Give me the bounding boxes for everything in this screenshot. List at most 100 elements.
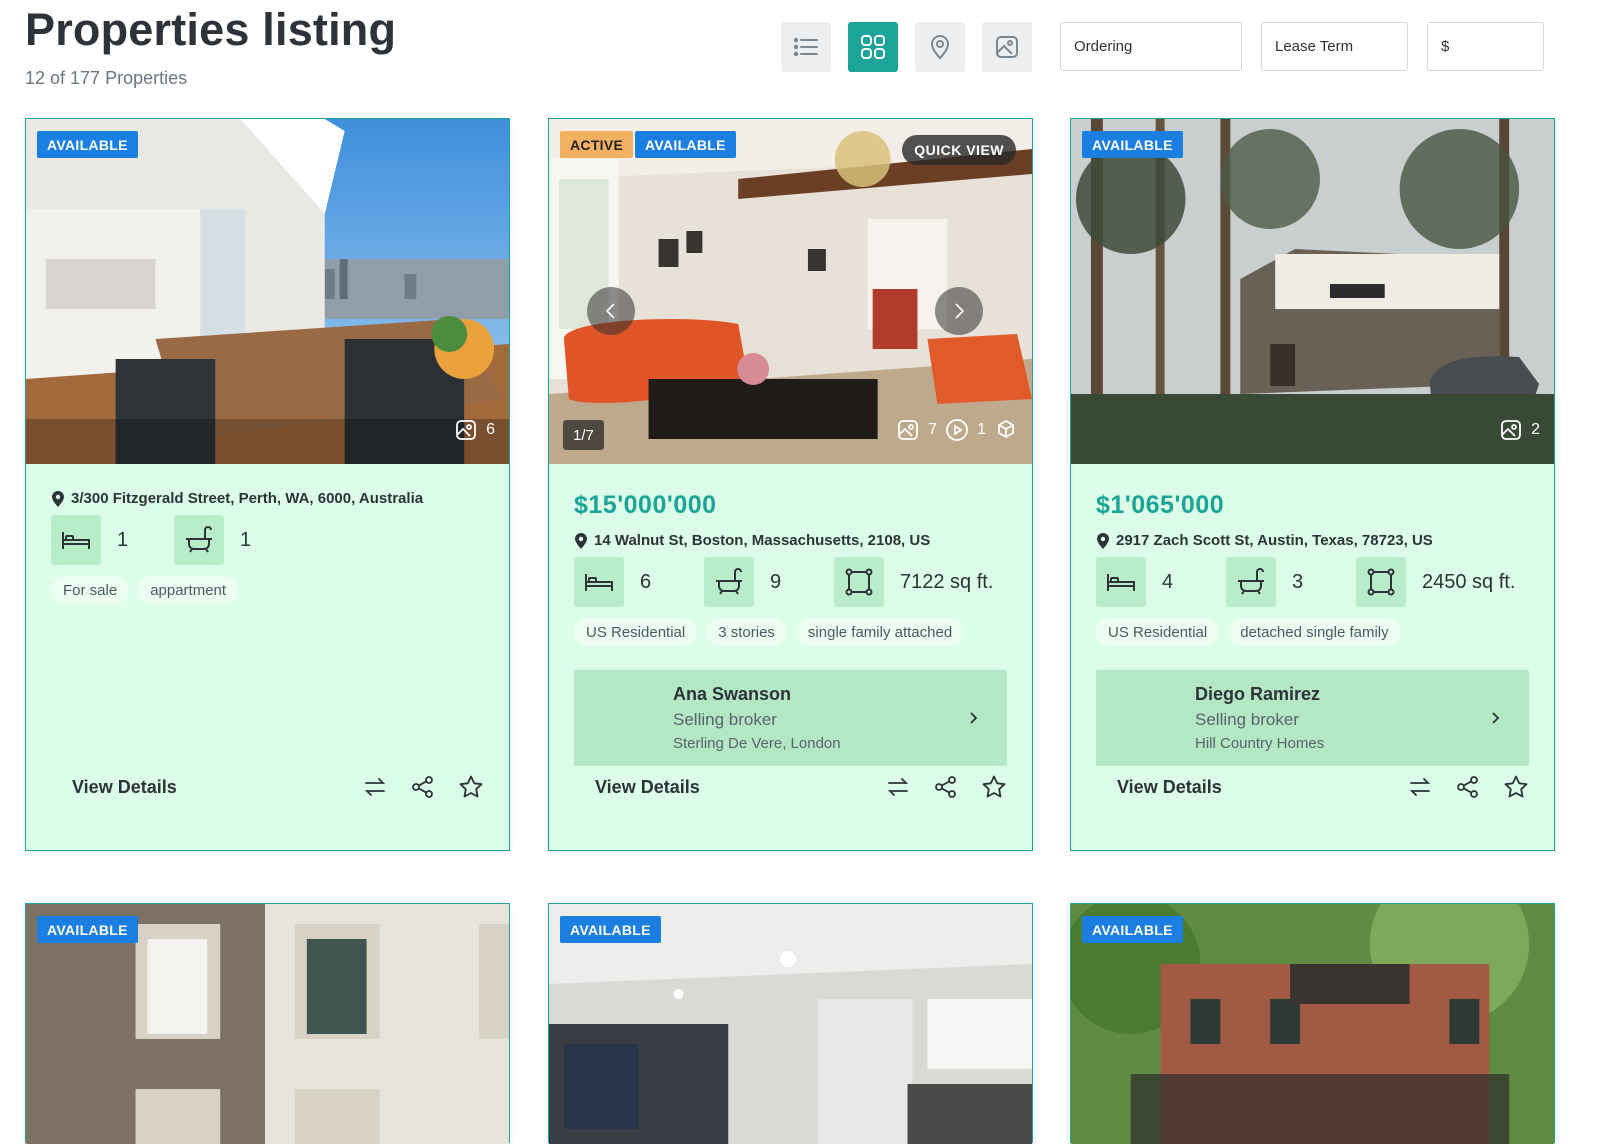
property-tags: For sale appartment: [51, 576, 239, 604]
property-card[interactable]: AVAILABLE 6 3/300 Fitzgerald Street, Per…: [25, 118, 510, 851]
grid-view-button[interactable]: [848, 22, 898, 72]
bed-icon: [1096, 557, 1146, 607]
tag[interactable]: appartment: [138, 576, 239, 604]
chevron-right-icon: [1492, 712, 1500, 724]
results-count: 12 of 177 Properties: [25, 68, 188, 88]
broker-name: Diego Ramirez: [1195, 684, 1321, 704]
property-tags: US Residential detached single family: [1096, 618, 1401, 646]
photo-count: 7: [928, 421, 938, 438]
card-footer: View Details: [72, 774, 484, 806]
bath-icon: [1226, 557, 1276, 607]
card-footer: View Details: [1117, 774, 1529, 806]
chevron-right-icon: [970, 712, 978, 724]
property-photo[interactable]: ACTIVE AVAILABLE QUICK VIEW 1/7 7 1: [549, 119, 1032, 464]
property-card[interactable]: AVAILABLE 2 $1'065'000 2917 Zach Scott S…: [1070, 118, 1555, 851]
baths-count: 3: [1292, 570, 1304, 593]
baths-count: 9: [770, 570, 782, 593]
bath-icon: [704, 557, 754, 607]
broker-role: Selling broker: [1195, 710, 1299, 729]
compare-icon[interactable]: [885, 774, 911, 800]
previous-photo-button[interactable]: [587, 287, 635, 335]
property-photo[interactable]: AVAILABLE: [549, 904, 1032, 1144]
grid-icon: [861, 35, 885, 59]
star-icon[interactable]: [981, 774, 1007, 800]
gallery-view-button[interactable]: [982, 22, 1032, 72]
list-icon: [793, 37, 818, 57]
ordering-select[interactable]: Ordering: [1060, 22, 1242, 71]
share-icon[interactable]: [933, 774, 959, 800]
star-icon[interactable]: [1503, 774, 1529, 800]
3d-tour-icon: [998, 419, 1014, 439]
available-badge: AVAILABLE: [635, 131, 736, 158]
photo-pager: 1/7: [563, 420, 604, 450]
view-details-link[interactable]: View Details: [595, 777, 700, 798]
area-value: 2450 sq ft.: [1422, 570, 1516, 593]
available-badge: AVAILABLE: [1082, 131, 1183, 158]
chevron-right-icon: [955, 303, 965, 319]
property-card[interactable]: AVAILABLE: [548, 903, 1033, 1144]
currency-select[interactable]: $: [1427, 22, 1544, 71]
active-badge: ACTIVE: [560, 131, 634, 158]
location-pin-icon: [52, 490, 64, 507]
broker-card[interactable]: Ana Swanson Selling broker Sterling De V…: [574, 670, 1007, 766]
lease-term-select[interactable]: Lease Term: [1261, 22, 1408, 71]
compare-icon[interactable]: [1407, 774, 1433, 800]
tag[interactable]: US Residential: [1096, 618, 1220, 646]
property-photo[interactable]: AVAILABLE: [26, 904, 509, 1144]
tag[interactable]: 3 stories: [706, 618, 787, 646]
image-icon: [456, 420, 476, 440]
tag[interactable]: single family attached: [795, 618, 965, 646]
area-feature: 7122 sq ft.: [834, 557, 993, 607]
area-icon: [1356, 557, 1406, 607]
broker-agency: Hill Country Homes: [1195, 735, 1325, 752]
broker-card[interactable]: Diego Ramirez Selling broker Hill Countr…: [1096, 670, 1529, 766]
bed-icon: [574, 557, 624, 607]
available-badge: AVAILABLE: [560, 916, 661, 943]
beds-count: 4: [1162, 570, 1174, 593]
property-card[interactable]: AVAILABLE: [1070, 903, 1555, 1144]
photo-count: 2: [1531, 421, 1540, 438]
property-card[interactable]: ACTIVE AVAILABLE QUICK VIEW 1/7 7 1 $15'…: [548, 118, 1033, 851]
share-icon[interactable]: [1455, 774, 1481, 800]
property-card[interactable]: AVAILABLE: [25, 903, 510, 1144]
media-counts: 7 1: [896, 418, 1018, 442]
available-badge: AVAILABLE: [37, 131, 138, 158]
tag[interactable]: For sale: [51, 576, 130, 604]
baths-feature: 1: [174, 515, 251, 565]
baths-count: 1: [240, 528, 252, 551]
list-view-button[interactable]: [781, 22, 831, 72]
bath-icon: [174, 515, 224, 565]
location-pin-icon: [1097, 532, 1109, 549]
broker-agency: Sterling De Vere, London: [673, 735, 841, 752]
view-details-link[interactable]: View Details: [1117, 777, 1222, 798]
image-icon: [898, 420, 919, 440]
property-photo[interactable]: AVAILABLE 2: [1071, 119, 1554, 464]
view-details-link[interactable]: View Details: [72, 777, 177, 798]
card-actions: [1407, 774, 1529, 800]
tag[interactable]: detached single family: [1228, 618, 1401, 646]
play-icon: [946, 419, 968, 441]
available-badge: AVAILABLE: [1082, 916, 1183, 943]
bed-icon: [51, 515, 101, 565]
beds-feature: 1: [51, 515, 128, 565]
property-photo[interactable]: AVAILABLE: [1071, 904, 1554, 1144]
property-address: 2917 Zach Scott St, Austin, Texas, 78723…: [1096, 532, 1433, 549]
tag[interactable]: US Residential: [574, 618, 698, 646]
chevron-left-icon: [605, 303, 615, 319]
share-icon[interactable]: [410, 774, 436, 800]
property-photo[interactable]: AVAILABLE 6: [26, 119, 509, 464]
quick-view-button[interactable]: QUICK VIEW: [902, 135, 1016, 165]
baths-feature: 3: [1226, 557, 1303, 607]
map-view-button[interactable]: [915, 22, 965, 72]
video-count: 1: [977, 421, 986, 438]
next-photo-button[interactable]: [935, 287, 983, 335]
available-badge: AVAILABLE: [37, 916, 138, 943]
property-address: 14 Walnut St, Boston, Massachusetts, 210…: [574, 532, 930, 549]
page-header: Properties listing 12 of 177 Properties …: [0, 0, 1600, 110]
page-title: Properties listing: [25, 4, 397, 55]
beds-feature: 6: [574, 557, 651, 607]
compare-icon[interactable]: [362, 774, 388, 800]
map-pin-icon: [930, 35, 950, 60]
card-actions: [362, 774, 484, 800]
star-icon[interactable]: [458, 774, 484, 800]
